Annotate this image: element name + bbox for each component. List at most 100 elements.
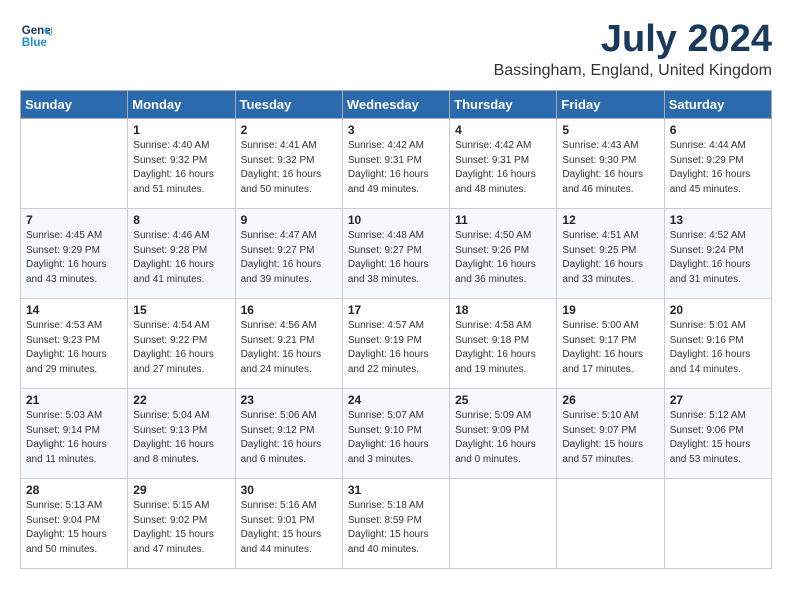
day-number: 13	[670, 213, 766, 227]
calendar-cell: 4Sunrise: 4:42 AM Sunset: 9:31 PM Daylig…	[450, 119, 557, 209]
calendar-cell	[557, 479, 664, 569]
day-number: 1	[133, 123, 229, 137]
weekday-header-thursday: Thursday	[450, 91, 557, 119]
day-number: 15	[133, 303, 229, 317]
day-number: 9	[241, 213, 337, 227]
day-info: Sunrise: 4:53 AM Sunset: 9:23 PM Dayligh…	[26, 319, 122, 377]
day-number: 18	[455, 303, 551, 317]
day-number: 14	[26, 303, 122, 317]
calendar-week-5: 28 Sunrise: 5:13 AM Sunset: 9:04 PM Dayli…	[21, 479, 772, 569]
day-number: 11	[455, 213, 551, 227]
day-info: Sunrise: 4:43 AM Sunset: 9:30 PM Dayligh…	[562, 139, 658, 197]
calendar-cell: 18Sunrise: 4:58 AM Sunset: 9:18 PM Dayli…	[450, 299, 557, 389]
calendar-cell: 5 Sunrise: 4:43 AM Sunset: 9:30 PM Daylig…	[557, 119, 664, 209]
day-number: 20	[670, 303, 766, 317]
calendar-cell: 27Sunrise: 5:12 AM Sunset: 9:06 PM Dayli…	[664, 389, 771, 479]
calendar-cell: 23 Sunrise: 5:06 AM Sunset: 9:12 PM Dayli…	[235, 389, 342, 479]
day-info: Sunrise: 4:47 AM Sunset: 9:27 PM Dayligh…	[241, 229, 337, 287]
page-header: General Blue July 2024 Bassingham, Engla…	[20, 20, 772, 80]
day-number: 31	[348, 483, 444, 497]
day-number: 21	[26, 393, 122, 407]
day-info: Sunrise: 5:16 AM Sunset: 9:01 PM Dayligh…	[241, 499, 337, 557]
calendar-week-2: 7Sunrise: 4:45 AM Sunset: 9:29 PM Daylig…	[21, 209, 772, 299]
day-info: Sunrise: 4:40 AM Sunset: 9:32 PM Dayligh…	[133, 139, 229, 197]
day-info: Sunrise: 5:07 AM Sunset: 9:10 PM Dayligh…	[348, 409, 444, 467]
day-number: 2	[241, 123, 337, 137]
day-info: Sunrise: 5:04 AM Sunset: 9:13 PM Dayligh…	[133, 409, 229, 467]
day-info: Sunrise: 4:48 AM Sunset: 9:27 PM Dayligh…	[348, 229, 444, 287]
day-info: Sunrise: 5:00 AM Sunset: 9:17 PM Dayligh…	[562, 319, 658, 377]
month-title: July 2024	[494, 20, 772, 58]
day-number: 23	[241, 393, 337, 407]
day-number: 7	[26, 213, 122, 227]
day-info: Sunrise: 4:57 AM Sunset: 9:19 PM Dayligh…	[348, 319, 444, 377]
day-info: Sunrise: 5:13 AM Sunset: 9:04 PM Dayligh…	[26, 499, 122, 557]
day-number: 4	[455, 123, 551, 137]
calendar-cell: 28 Sunrise: 5:13 AM Sunset: 9:04 PM Dayli…	[21, 479, 128, 569]
day-number: 16	[241, 303, 337, 317]
day-number: 5	[562, 123, 658, 137]
title-block: July 2024 Bassingham, England, United Ki…	[494, 20, 772, 80]
calendar-cell: 20 Sunrise: 5:01 AM Sunset: 9:16 PM Dayli…	[664, 299, 771, 389]
calendar-cell: 22Sunrise: 5:04 AM Sunset: 9:13 PM Dayli…	[128, 389, 235, 479]
day-info: Sunrise: 5:06 AM Sunset: 9:12 PM Dayligh…	[241, 409, 337, 467]
calendar-cell: 13 Sunrise: 4:52 AM Sunset: 9:24 PM Dayli…	[664, 209, 771, 299]
calendar-cell: 17 Sunrise: 4:57 AM Sunset: 9:19 PM Dayli…	[342, 299, 449, 389]
day-info: Sunrise: 5:15 AM Sunset: 9:02 PM Dayligh…	[133, 499, 229, 557]
day-info: Sunrise: 4:50 AM Sunset: 9:26 PM Dayligh…	[455, 229, 551, 287]
calendar-cell: 16 Sunrise: 4:56 AM Sunset: 9:21 PM Dayli…	[235, 299, 342, 389]
calendar-cell: 14 Sunrise: 4:53 AM Sunset: 9:23 PM Dayli…	[21, 299, 128, 389]
calendar-cell	[21, 119, 128, 209]
day-number: 19	[562, 303, 658, 317]
calendar-cell: 21 Sunrise: 5:03 AM Sunset: 9:14 PM Dayli…	[21, 389, 128, 479]
calendar-cell: 26Sunrise: 5:10 AM Sunset: 9:07 PM Dayli…	[557, 389, 664, 479]
calendar-cell: 7Sunrise: 4:45 AM Sunset: 9:29 PM Daylig…	[21, 209, 128, 299]
calendar-cell: 15Sunrise: 4:54 AM Sunset: 9:22 PM Dayli…	[128, 299, 235, 389]
calendar-cell: 9 Sunrise: 4:47 AM Sunset: 9:27 PM Daylig…	[235, 209, 342, 299]
day-number: 30	[241, 483, 337, 497]
calendar-cell: 2 Sunrise: 4:41 AM Sunset: 9:32 PM Daylig…	[235, 119, 342, 209]
day-info: Sunrise: 5:09 AM Sunset: 9:09 PM Dayligh…	[455, 409, 551, 467]
calendar-cell	[450, 479, 557, 569]
calendar-cell: 19 Sunrise: 5:00 AM Sunset: 9:17 PM Dayli…	[557, 299, 664, 389]
location: Bassingham, England, United Kingdom	[494, 62, 772, 80]
day-info: Sunrise: 4:41 AM Sunset: 9:32 PM Dayligh…	[241, 139, 337, 197]
day-info: Sunrise: 4:44 AM Sunset: 9:29 PM Dayligh…	[670, 139, 766, 197]
day-info: Sunrise: 4:46 AM Sunset: 9:28 PM Dayligh…	[133, 229, 229, 287]
day-info: Sunrise: 5:01 AM Sunset: 9:16 PM Dayligh…	[670, 319, 766, 377]
day-info: Sunrise: 5:03 AM Sunset: 9:14 PM Dayligh…	[26, 409, 122, 467]
calendar-week-4: 21 Sunrise: 5:03 AM Sunset: 9:14 PM Dayli…	[21, 389, 772, 479]
calendar-cell: 25Sunrise: 5:09 AM Sunset: 9:09 PM Dayli…	[450, 389, 557, 479]
calendar-cell: 8 Sunrise: 4:46 AM Sunset: 9:28 PM Daylig…	[128, 209, 235, 299]
weekday-header-sunday: Sunday	[21, 91, 128, 119]
day-info: Sunrise: 4:52 AM Sunset: 9:24 PM Dayligh…	[670, 229, 766, 287]
day-info: Sunrise: 4:51 AM Sunset: 9:25 PM Dayligh…	[562, 229, 658, 287]
day-number: 8	[133, 213, 229, 227]
weekday-header-monday: Monday	[128, 91, 235, 119]
day-info: Sunrise: 4:56 AM Sunset: 9:21 PM Dayligh…	[241, 319, 337, 377]
calendar-cell	[664, 479, 771, 569]
day-info: Sunrise: 4:42 AM Sunset: 9:31 PM Dayligh…	[348, 139, 444, 197]
weekday-header-wednesday: Wednesday	[342, 91, 449, 119]
calendar-cell: 10 Sunrise: 4:48 AM Sunset: 9:27 PM Dayli…	[342, 209, 449, 299]
logo: General Blue	[20, 20, 52, 52]
calendar-table: SundayMondayTuesdayWednesdayThursdayFrid…	[20, 90, 772, 569]
day-number: 10	[348, 213, 444, 227]
day-info: Sunrise: 5:10 AM Sunset: 9:07 PM Dayligh…	[562, 409, 658, 467]
calendar-cell: 24 Sunrise: 5:07 AM Sunset: 9:10 PM Dayli…	[342, 389, 449, 479]
weekday-header-tuesday: Tuesday	[235, 91, 342, 119]
weekday-header-row: SundayMondayTuesdayWednesdayThursdayFrid…	[21, 91, 772, 119]
calendar-cell: 31Sunrise: 5:18 AM Sunset: 8:59 PM Dayli…	[342, 479, 449, 569]
calendar-week-1: 1 Sunrise: 4:40 AM Sunset: 9:32 PM Daylig…	[21, 119, 772, 209]
weekday-header-saturday: Saturday	[664, 91, 771, 119]
day-number: 17	[348, 303, 444, 317]
calendar-cell: 30 Sunrise: 5:16 AM Sunset: 9:01 PM Dayli…	[235, 479, 342, 569]
day-number: 3	[348, 123, 444, 137]
weekday-header-friday: Friday	[557, 91, 664, 119]
day-number: 24	[348, 393, 444, 407]
day-info: Sunrise: 5:12 AM Sunset: 9:06 PM Dayligh…	[670, 409, 766, 467]
day-number: 28	[26, 483, 122, 497]
logo-icon: General Blue	[20, 20, 52, 52]
calendar-cell: 6Sunrise: 4:44 AM Sunset: 9:29 PM Daylig…	[664, 119, 771, 209]
calendar-cell: 29Sunrise: 5:15 AM Sunset: 9:02 PM Dayli…	[128, 479, 235, 569]
